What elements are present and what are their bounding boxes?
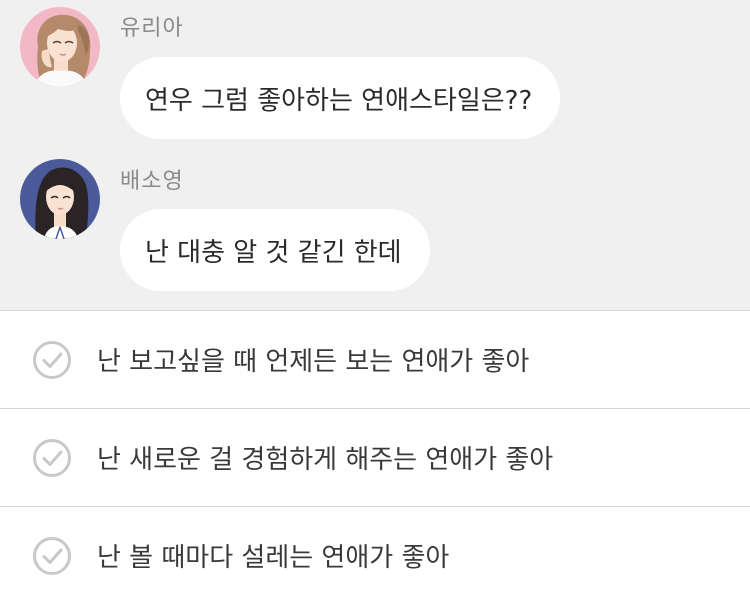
sender-name: 유리아 [120,16,184,41]
message-bubble: 연우 그럼 좋아하는 연애스타일은?? [120,57,561,139]
checkmark-circle-icon [33,340,71,379]
answer-option-1[interactable]: 난 보고싶을 때 언제든 보는 연애가 좋아 [0,310,750,408]
answer-option-3[interactable]: 난 볼 때마다 설레는 연애가 좋아 [0,506,750,604]
message-bubble: 난 대충 알 것 같긴 한데 [120,209,430,291]
avatar-yuria-icon[interactable] [20,7,100,87]
answer-option-2[interactable]: 난 새로운 걸 경험하게 해주는 연애가 좋아 [0,408,750,506]
avatar-baesoyoung-icon[interactable] [20,159,100,239]
answer-option-label: 난 보고싶을 때 언제든 보는 연애가 좋아 [97,347,530,377]
sender-name: 배소영 [120,169,184,194]
answer-options: 난 보고싶을 때 언제든 보는 연애가 좋아 난 새로운 걸 경험하게 해주는 … [0,310,750,604]
checkmark-circle-icon [33,536,71,575]
answer-option-label: 난 볼 때마다 설레는 연애가 좋아 [97,543,450,573]
chat-area: 유리아 연우 그럼 좋아하는 연애스타일은?? 배소영 난 대충 알 것 같긴 … [0,0,750,310]
checkmark-circle-icon [33,438,71,477]
answer-option-label: 난 새로운 걸 경험하게 해주는 연애가 좋아 [97,445,554,475]
